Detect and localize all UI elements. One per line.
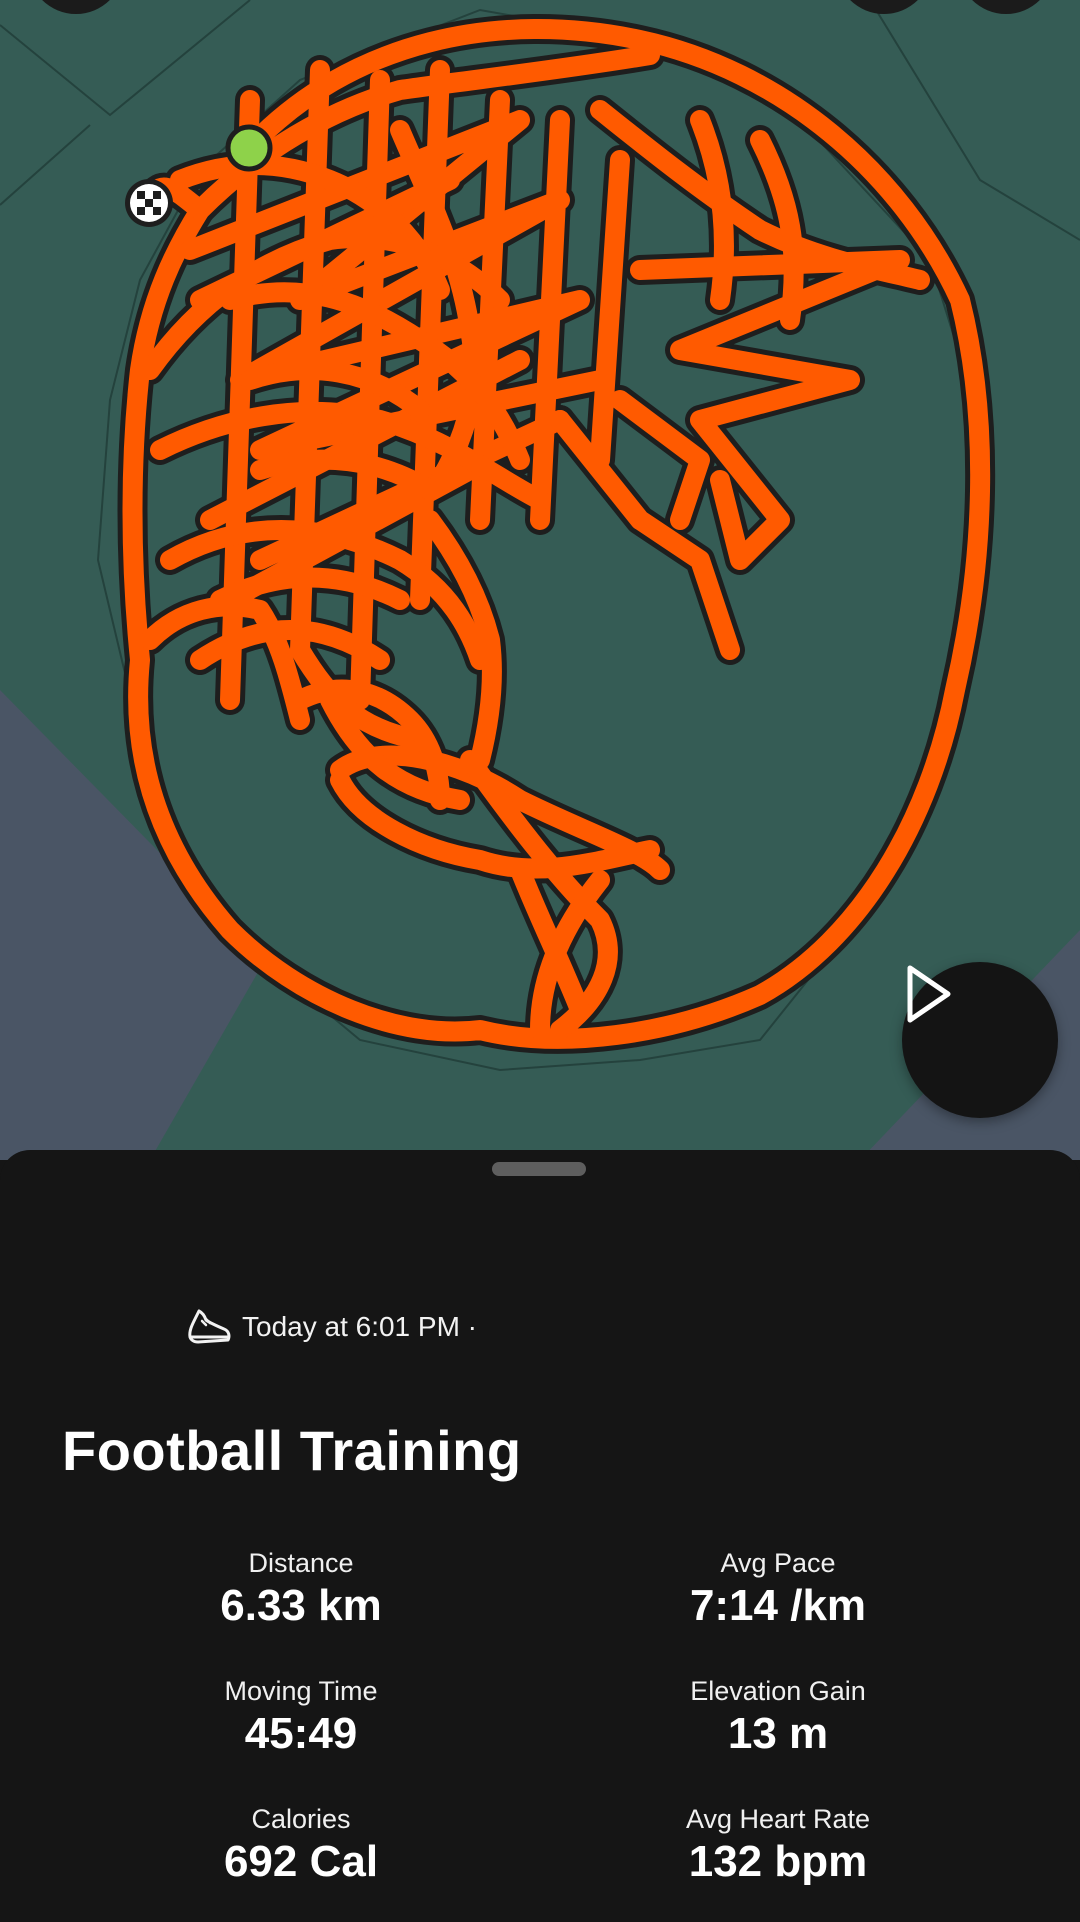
stat-value: 13 m (727, 1709, 829, 1758)
activity-title: Football Training (62, 1419, 522, 1482)
stat-value: 7:14 /km (689, 1581, 867, 1630)
activity-sheet[interactable]: Today at 6:01 PM · Football Training Dis… (0, 1150, 1080, 1922)
stat-avg-pace: Avg Pace 7:14 /km (598, 1548, 958, 1631)
stat-elevation-gain: Elevation Gain 13 m (598, 1676, 958, 1759)
play-icon (907, 965, 951, 1023)
stat-value: 692 Cal (223, 1837, 379, 1886)
finish-flag-icon (125, 179, 173, 227)
stat-calories: Calories 692 Cal (121, 1804, 481, 1887)
stat-label: Calories (251, 1804, 351, 1834)
stat-moving-time: Moving Time 45:49 (121, 1676, 481, 1759)
sheet-drag-handle[interactable] (492, 1162, 586, 1176)
route-map[interactable] (0, 0, 1080, 1160)
stat-avg-heart-rate: Avg Heart Rate 132 bpm (598, 1804, 958, 1887)
stat-value: 6.33 km (220, 1581, 382, 1630)
stat-label: Avg Pace (720, 1548, 836, 1578)
stat-value: 132 bpm (688, 1837, 868, 1886)
stat-label: Elevation Gain (690, 1676, 866, 1706)
stat-label: Moving Time (224, 1676, 378, 1706)
start-marker-icon (225, 124, 273, 172)
running-shoe-icon (188, 1309, 231, 1344)
activity-meta: Today at 6:01 PM · (186, 1302, 477, 1352)
stat-label: Avg Heart Rate (685, 1804, 871, 1834)
stat-distance: Distance 6.33 km (121, 1548, 481, 1631)
activity-date-text: Today at 6:01 PM · (242, 1311, 478, 1342)
stat-value: 45:49 (244, 1709, 358, 1758)
stat-label: Distance (248, 1548, 354, 1578)
route-path (117, 14, 996, 1054)
play-button[interactable] (902, 962, 1058, 1118)
